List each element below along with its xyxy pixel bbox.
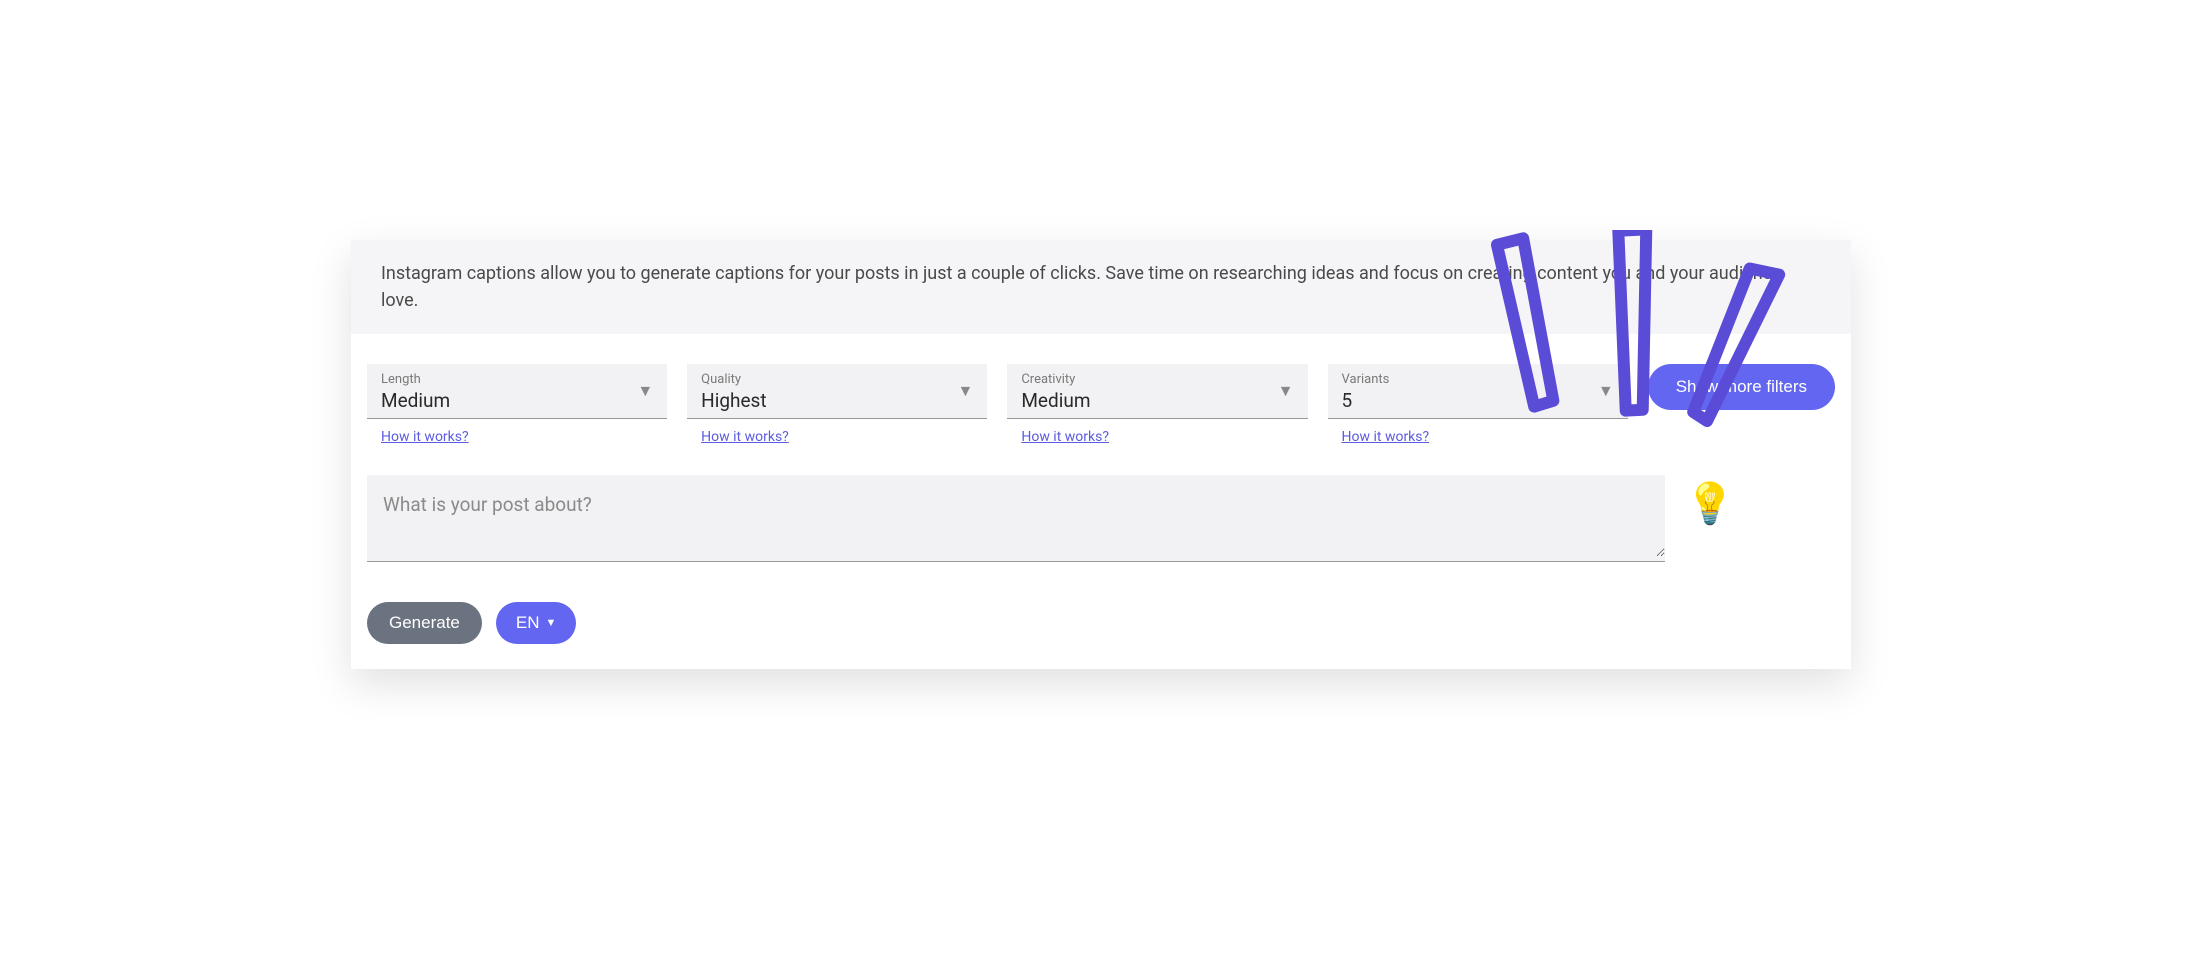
creativity-label: Creativity: [1021, 372, 1293, 387]
creativity-value: Medium: [1021, 389, 1293, 412]
creativity-help-link[interactable]: How it works?: [1021, 429, 1307, 445]
length-value: Medium: [381, 389, 653, 412]
chevron-down-icon: ▼: [546, 617, 557, 629]
chevron-down-icon: ▼: [958, 381, 974, 401]
textarea-wrapper: [367, 475, 1665, 562]
length-label: Length: [381, 372, 653, 387]
lightbulb-icon[interactable]: 💡: [1685, 480, 1735, 527]
decoration-burst: [1471, 230, 1791, 464]
quality-help-link[interactable]: How it works?: [701, 429, 987, 445]
quality-label: Quality: [701, 372, 973, 387]
chevron-down-icon: ▼: [1278, 381, 1294, 401]
generate-button[interactable]: Generate: [367, 602, 482, 644]
quality-value: Highest: [701, 389, 973, 412]
filter-creativity: Creativity Medium ▼ How it works?: [1007, 364, 1307, 445]
length-help-link[interactable]: How it works?: [381, 429, 667, 445]
language-button[interactable]: EN ▼: [496, 602, 577, 644]
chevron-down-icon: ▼: [637, 381, 653, 401]
filter-length: Length Medium ▼ How it works?: [367, 364, 667, 445]
language-label: EN: [516, 613, 540, 633]
post-about-input[interactable]: [367, 475, 1665, 557]
creativity-select[interactable]: Creativity Medium ▼: [1007, 364, 1307, 419]
quality-select[interactable]: Quality Highest ▼: [687, 364, 987, 419]
filter-quality: Quality Highest ▼ How it works?: [687, 364, 987, 445]
length-select[interactable]: Length Medium ▼: [367, 364, 667, 419]
actions-row: Generate EN ▼: [351, 562, 1851, 644]
